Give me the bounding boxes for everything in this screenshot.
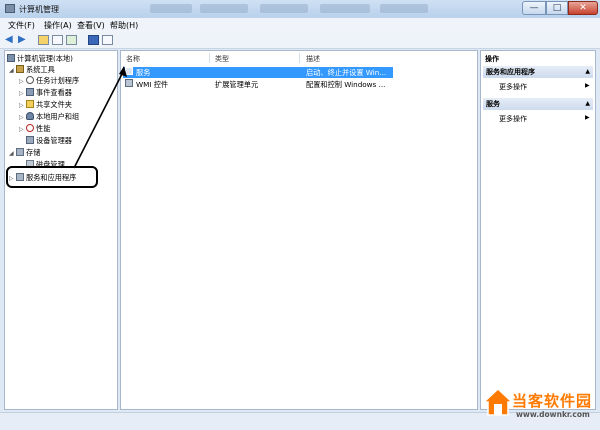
title-bar: 计算机管理 — □ ✕ bbox=[0, 0, 600, 19]
column-divider[interactable] bbox=[299, 53, 300, 63]
window-title: 计算机管理 bbox=[19, 5, 59, 14]
computer-management-icon bbox=[5, 4, 15, 13]
tree-label: 计算机管理(本地) bbox=[17, 54, 73, 63]
column-header-description[interactable]: 描述 bbox=[306, 54, 320, 64]
tree-label: 事件查看器 bbox=[36, 88, 72, 97]
tree-system-tools[interactable]: ◢ 系统工具 bbox=[9, 64, 55, 75]
tree-label: 本地用户和组 bbox=[36, 112, 80, 121]
tree-label: 设备管理器 bbox=[36, 136, 72, 145]
row-type: 扩展管理单元 bbox=[215, 80, 259, 89]
collapsed-icon[interactable]: ▷ bbox=[19, 88, 26, 99]
house-logo-icon bbox=[482, 387, 514, 416]
actions-title: 操作 bbox=[485, 55, 499, 63]
forward-arrow-icon[interactable]: ▶ bbox=[18, 34, 26, 46]
menu-file[interactable]: 文件(F) bbox=[8, 20, 35, 31]
toolbar: ◀ ▶ bbox=[0, 33, 600, 49]
shared-folder-icon bbox=[26, 100, 34, 108]
tree-performance[interactable]: ▷ 性能 bbox=[19, 123, 50, 134]
blurred-area bbox=[200, 4, 248, 13]
blurred-area bbox=[320, 4, 370, 13]
console-tree: 计算机管理(本地) ◢ 系统工具 ▷ 任务计划程序 ▷ 事件查看器 ▷ 共享文件夹 ▷ 本… bbox=[4, 50, 118, 410]
services-icon bbox=[125, 67, 133, 75]
row-description: 启动、终止并设置 Win... bbox=[306, 68, 387, 77]
menu-action[interactable]: 操作(A) bbox=[44, 20, 72, 31]
maximize-button[interactable]: □ bbox=[546, 1, 568, 15]
computer-icon bbox=[7, 54, 15, 62]
tree-label: 性能 bbox=[36, 124, 51, 133]
watermark-url: www.downkr.com bbox=[516, 410, 590, 419]
submenu-arrow-icon[interactable]: ▶ bbox=[585, 114, 590, 121]
actions-pane: 操作 服务和应用程序 ▲ 更多操作 ▶ 服务 ▲ 更多操作 ▶ bbox=[480, 50, 596, 410]
help-icon[interactable] bbox=[88, 35, 99, 45]
properties-icon[interactable] bbox=[102, 35, 113, 45]
menu-view[interactable]: 查看(V) bbox=[77, 20, 105, 31]
section-label: 服务 bbox=[486, 100, 500, 108]
tree-label: 存储 bbox=[26, 148, 41, 157]
column-divider[interactable] bbox=[209, 53, 210, 63]
blurred-area bbox=[380, 4, 428, 13]
menu-help[interactable]: 帮助(H) bbox=[110, 20, 138, 31]
users-icon bbox=[26, 112, 34, 120]
tools-icon bbox=[16, 65, 24, 73]
tree-task-scheduler[interactable]: ▷ 任务计划程序 bbox=[19, 75, 79, 86]
submenu-arrow-icon[interactable]: ▶ bbox=[585, 82, 590, 89]
storage-icon bbox=[16, 148, 24, 156]
row-name: WMI 控件 bbox=[136, 80, 169, 89]
collapsed-icon[interactable]: ▷ bbox=[19, 100, 26, 111]
blurred-area bbox=[150, 4, 192, 13]
tree-storage[interactable]: ◢ 存储 bbox=[9, 147, 40, 158]
more-actions-link[interactable]: 更多操作 bbox=[499, 114, 527, 124]
list-item-wmi[interactable]: WMI 控件 扩展管理单元 配置和控制 Windows ... bbox=[123, 79, 393, 90]
clock-icon bbox=[26, 76, 34, 84]
row-name: 服务 bbox=[136, 68, 151, 77]
event-viewer-icon bbox=[26, 88, 34, 96]
back-arrow-icon[interactable]: ◀ bbox=[5, 34, 13, 46]
annotation-highlight-box bbox=[6, 166, 98, 188]
collapsed-icon[interactable]: ▷ bbox=[19, 112, 26, 123]
collapse-up-icon[interactable]: ▲ bbox=[585, 98, 590, 110]
row-description: 配置和控制 Windows ... bbox=[306, 80, 386, 89]
tree-label: 共享文件夹 bbox=[36, 100, 72, 109]
up-folder-icon[interactable] bbox=[38, 35, 49, 45]
actions-section-services[interactable]: 服务 ▲ bbox=[483, 98, 593, 110]
show-hide-tree-icon[interactable] bbox=[52, 35, 63, 45]
more-actions-link[interactable]: 更多操作 bbox=[499, 82, 527, 92]
column-header-type[interactable]: 类型 bbox=[215, 54, 229, 64]
section-label: 服务和应用程序 bbox=[486, 68, 535, 76]
tree-event-viewer[interactable]: ▷ 事件查看器 bbox=[19, 87, 72, 98]
watermark-brand: 当客软件园 bbox=[512, 392, 593, 410]
results-pane: 名称 类型 描述 服务 启动、终止并设置 Win... WMI 控件 扩展管理单… bbox=[120, 50, 478, 410]
device-manager-icon bbox=[26, 136, 34, 144]
tree-device-manager[interactable]: 设备管理器 bbox=[19, 135, 72, 146]
collapsed-icon[interactable]: ▷ bbox=[19, 124, 26, 135]
list-item-services[interactable]: 服务 启动、终止并设置 Win... bbox=[123, 67, 393, 78]
menu-bar: 文件(F) 操作(A) 查看(V) 帮助(H) bbox=[0, 18, 600, 34]
expanded-icon[interactable]: ◢ bbox=[9, 148, 16, 159]
tree-local-users[interactable]: ▷ 本地用户和组 bbox=[19, 111, 79, 122]
export-list-icon[interactable] bbox=[66, 35, 77, 45]
tree-label: 任务计划程序 bbox=[36, 76, 80, 85]
performance-icon bbox=[26, 124, 34, 132]
blurred-area bbox=[260, 4, 308, 13]
close-button[interactable]: ✕ bbox=[568, 1, 598, 15]
expanded-icon[interactable]: ◢ bbox=[9, 65, 16, 76]
collapsed-icon[interactable]: ▷ bbox=[19, 76, 26, 87]
tree-shared-folders[interactable]: ▷ 共享文件夹 bbox=[19, 99, 72, 110]
tree-root[interactable]: 计算机管理(本地) bbox=[7, 53, 73, 64]
collapse-up-icon[interactable]: ▲ bbox=[585, 66, 590, 78]
wmi-control-icon bbox=[125, 79, 133, 87]
tree-label: 系统工具 bbox=[26, 65, 55, 74]
actions-section-services-apps[interactable]: 服务和应用程序 ▲ bbox=[483, 66, 593, 78]
column-header-name[interactable]: 名称 bbox=[126, 54, 140, 64]
minimize-button[interactable]: — bbox=[522, 1, 546, 15]
